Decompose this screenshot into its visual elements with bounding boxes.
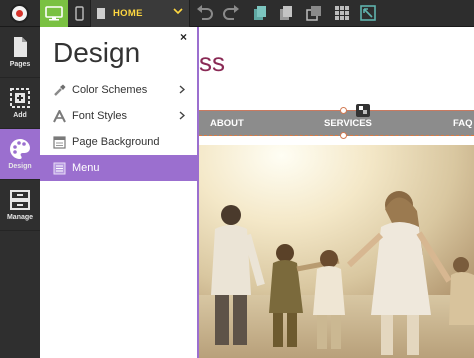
- current-page-name: HOME: [113, 8, 143, 19]
- font-icon: [52, 109, 66, 123]
- mobile-view-button[interactable]: [68, 0, 90, 27]
- rail-label: Add: [13, 112, 27, 119]
- close-panel-button[interactable]: ×: [180, 30, 187, 44]
- family-photo: [199, 145, 474, 358]
- menu-item-label: Color Schemes: [72, 84, 148, 96]
- rail-item-manage[interactable]: Manage: [0, 180, 40, 231]
- nav-link-faq[interactable]: FAQ: [453, 118, 473, 129]
- color-dropper-icon: [52, 83, 66, 97]
- hero-image[interactable]: [199, 145, 474, 358]
- paste-icon[interactable]: [278, 5, 294, 21]
- site-navbar[interactable]: ABOUT SERVICES FAQ: [199, 110, 474, 136]
- rail-item-design[interactable]: Design: [0, 129, 40, 180]
- rail-item-add[interactable]: Add: [0, 78, 40, 129]
- resize-handle-top[interactable]: [340, 107, 347, 114]
- page-selector[interactable]: HOME: [90, 0, 190, 27]
- app-logo[interactable]: [10, 4, 29, 23]
- rail-label: Design: [8, 163, 32, 170]
- resize-handle-bottom[interactable]: [340, 132, 347, 139]
- manage-icon: [10, 190, 30, 210]
- palette-icon: [10, 139, 30, 159]
- nav-link-about[interactable]: ABOUT: [210, 118, 244, 129]
- left-rail: Pages Add Design Manage: [0, 27, 40, 358]
- menu-item-font-styles[interactable]: Font Styles: [40, 103, 197, 129]
- chevron-right-icon: [179, 85, 185, 94]
- rail-label: Pages: [9, 61, 31, 68]
- pages-icon: [14, 37, 27, 57]
- page-icon: [97, 8, 105, 19]
- undo-icon[interactable]: [196, 5, 214, 21]
- top-toolbar: HOME: [0, 0, 474, 27]
- fullscreen-icon[interactable]: [360, 5, 376, 21]
- site-title[interactable]: ss: [199, 47, 225, 78]
- panel-title: Design: [53, 37, 141, 68]
- desktop-view-button[interactable]: [40, 0, 68, 27]
- grid-icon[interactable]: [334, 5, 350, 21]
- site-preview-canvas[interactable]: ss ABOUT SERVICES FAQ: [199, 27, 474, 358]
- background-icon: [52, 135, 66, 149]
- menu-item-color-schemes[interactable]: Color Schemes: [40, 77, 197, 103]
- layers-icon[interactable]: [306, 5, 322, 21]
- menu-item-label: Font Styles: [72, 110, 128, 122]
- nav-link-services[interactable]: SERVICES: [324, 118, 372, 129]
- chevron-down-icon: [173, 8, 183, 15]
- mobile-icon: [74, 6, 84, 21]
- app-window: HOME Pages Add Design Manage Design × Co…: [0, 0, 474, 358]
- desktop-icon: [45, 6, 63, 21]
- chevron-right-icon: [179, 111, 185, 120]
- rail-item-pages[interactable]: Pages: [0, 27, 40, 78]
- menu-item-label: Page Background: [72, 136, 160, 148]
- add-icon: [10, 88, 30, 108]
- redo-icon[interactable]: [222, 5, 240, 21]
- menu-item-label: Menu: [72, 162, 100, 174]
- edit-menu-badge[interactable]: [356, 104, 370, 117]
- edit-icon: [359, 106, 367, 114]
- rail-label: Manage: [6, 214, 34, 221]
- copy-page-icon[interactable]: [252, 5, 268, 21]
- menu-item-menu[interactable]: Menu: [40, 155, 197, 181]
- menu-icon: [52, 161, 66, 175]
- menu-item-page-background[interactable]: Page Background: [40, 129, 197, 155]
- design-panel: Design × Color Schemes Font Styles Page …: [40, 27, 199, 358]
